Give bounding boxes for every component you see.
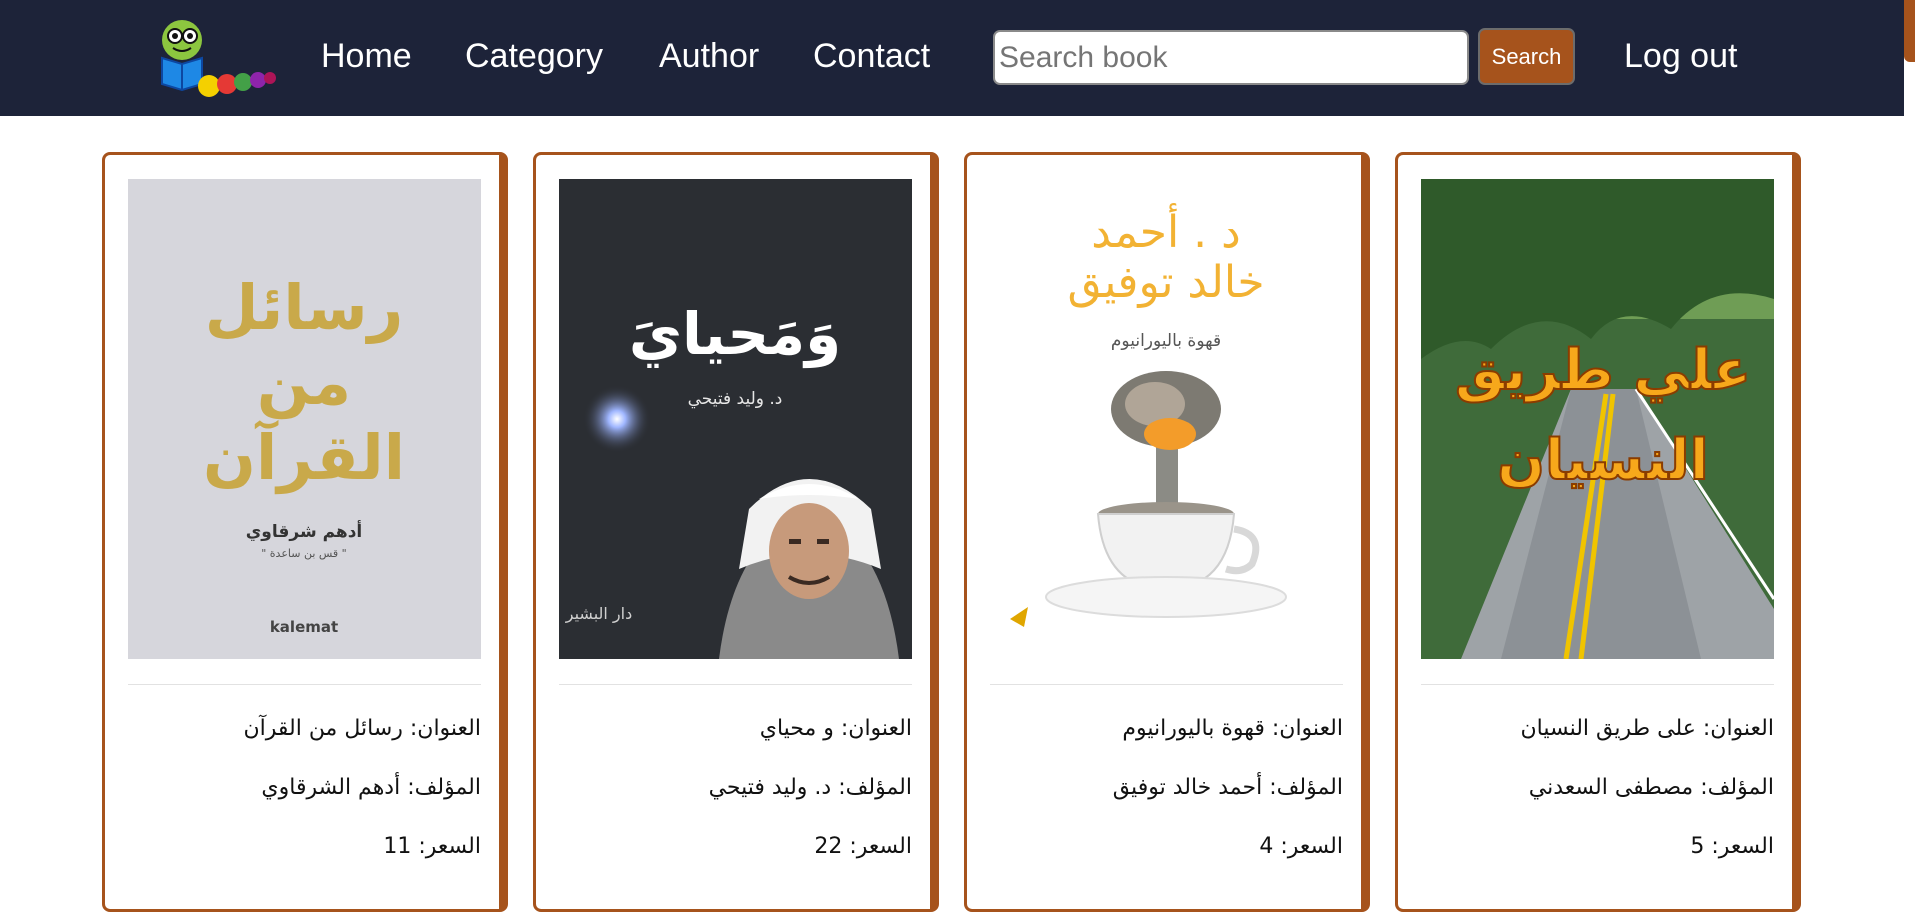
book-card[interactable]: علي طريق النسيان العنوان: على طريق النسي…	[1395, 152, 1801, 912]
top-navbar: Home Category Author Contact Search Log …	[0, 0, 1904, 116]
nav-category-link[interactable]: Category	[465, 34, 603, 78]
book-author: المؤلف: أدهم الشرقاوي	[261, 775, 481, 800]
search-button[interactable]: Search	[1478, 28, 1575, 85]
book-title: العنوان: على طريق النسيان	[1520, 716, 1774, 741]
book-card[interactable]: رسائل من القرآن أدهم شرقاوي " قس بن ساعد…	[102, 152, 508, 912]
cover-title-line: رسائل	[205, 271, 404, 344]
nav-contact-link[interactable]: Contact	[813, 34, 930, 78]
book-card[interactable]: وَمَحيايَ د. وليد فتيحي دار البشير العنو…	[533, 152, 939, 912]
scrollbar-thumb[interactable]	[1904, 0, 1915, 62]
cover-publisher: دار البشير	[565, 604, 632, 624]
cover-title-line: القرآن	[203, 419, 405, 494]
book-cover-image[interactable]: رسائل من القرآن أدهم شرقاوي " قس بن ساعد…	[128, 179, 481, 659]
book-author: المؤلف: مصطفى السعدني	[1528, 775, 1774, 800]
nav-author-link[interactable]: Author	[659, 34, 759, 78]
search-input[interactable]	[993, 30, 1469, 85]
book-author: المؤلف: أحمد خالد توفيق	[1112, 775, 1343, 800]
book-title: العنوان: قهوة باليورانيوم	[1122, 716, 1343, 741]
book-cover-image[interactable]: وَمَحيايَ د. وليد فتيحي دار البشير	[559, 179, 912, 659]
book-price: السعر: 5	[1690, 834, 1774, 859]
card-divider	[990, 684, 1343, 685]
book-price: السعر: 11	[383, 834, 481, 859]
book-card[interactable]: د . أحمد خالد توفيق قهوة باليورانيوم الع…	[964, 152, 1370, 912]
book-cover-image[interactable]: علي طريق النسيان	[1421, 179, 1774, 659]
cover-title-line: خالد توفيق	[1067, 257, 1264, 308]
book-title: العنوان: رسائل من القرآن	[243, 716, 481, 741]
cover-title-line: د . أحمد	[1091, 203, 1241, 258]
logout-link[interactable]: Log out	[1624, 34, 1737, 78]
bookworm-logo-icon[interactable]	[157, 12, 277, 98]
cover-subtitle: قهوة باليورانيوم	[1111, 331, 1221, 351]
cover-author: د. وليد فتيحي	[688, 389, 783, 409]
book-author: المؤلف: د. وليد فتيحي	[708, 775, 912, 800]
book-price: السعر: 4	[1259, 834, 1343, 859]
nav-home-link[interactable]: Home	[321, 34, 412, 78]
cover-title-line: من	[257, 346, 351, 419]
cover-title-line: النسيان	[1497, 428, 1709, 493]
cover-publisher: kalemat	[270, 618, 338, 636]
cover-subtitle: " قس بن ساعدة "	[261, 547, 347, 560]
cover-author: أدهم شرقاوي	[246, 520, 363, 542]
card-divider	[559, 684, 912, 685]
card-divider	[128, 684, 481, 685]
book-title: العنوان: و محياي	[759, 716, 912, 741]
cover-title-line: وَمَحيايَ	[629, 300, 841, 369]
book-cover-image[interactable]: د . أحمد خالد توفيق قهوة باليورانيوم	[990, 179, 1343, 659]
card-divider	[1421, 684, 1774, 685]
book-price: السعر: 22	[814, 834, 912, 859]
cover-title-line: علي طريق	[1455, 338, 1751, 403]
